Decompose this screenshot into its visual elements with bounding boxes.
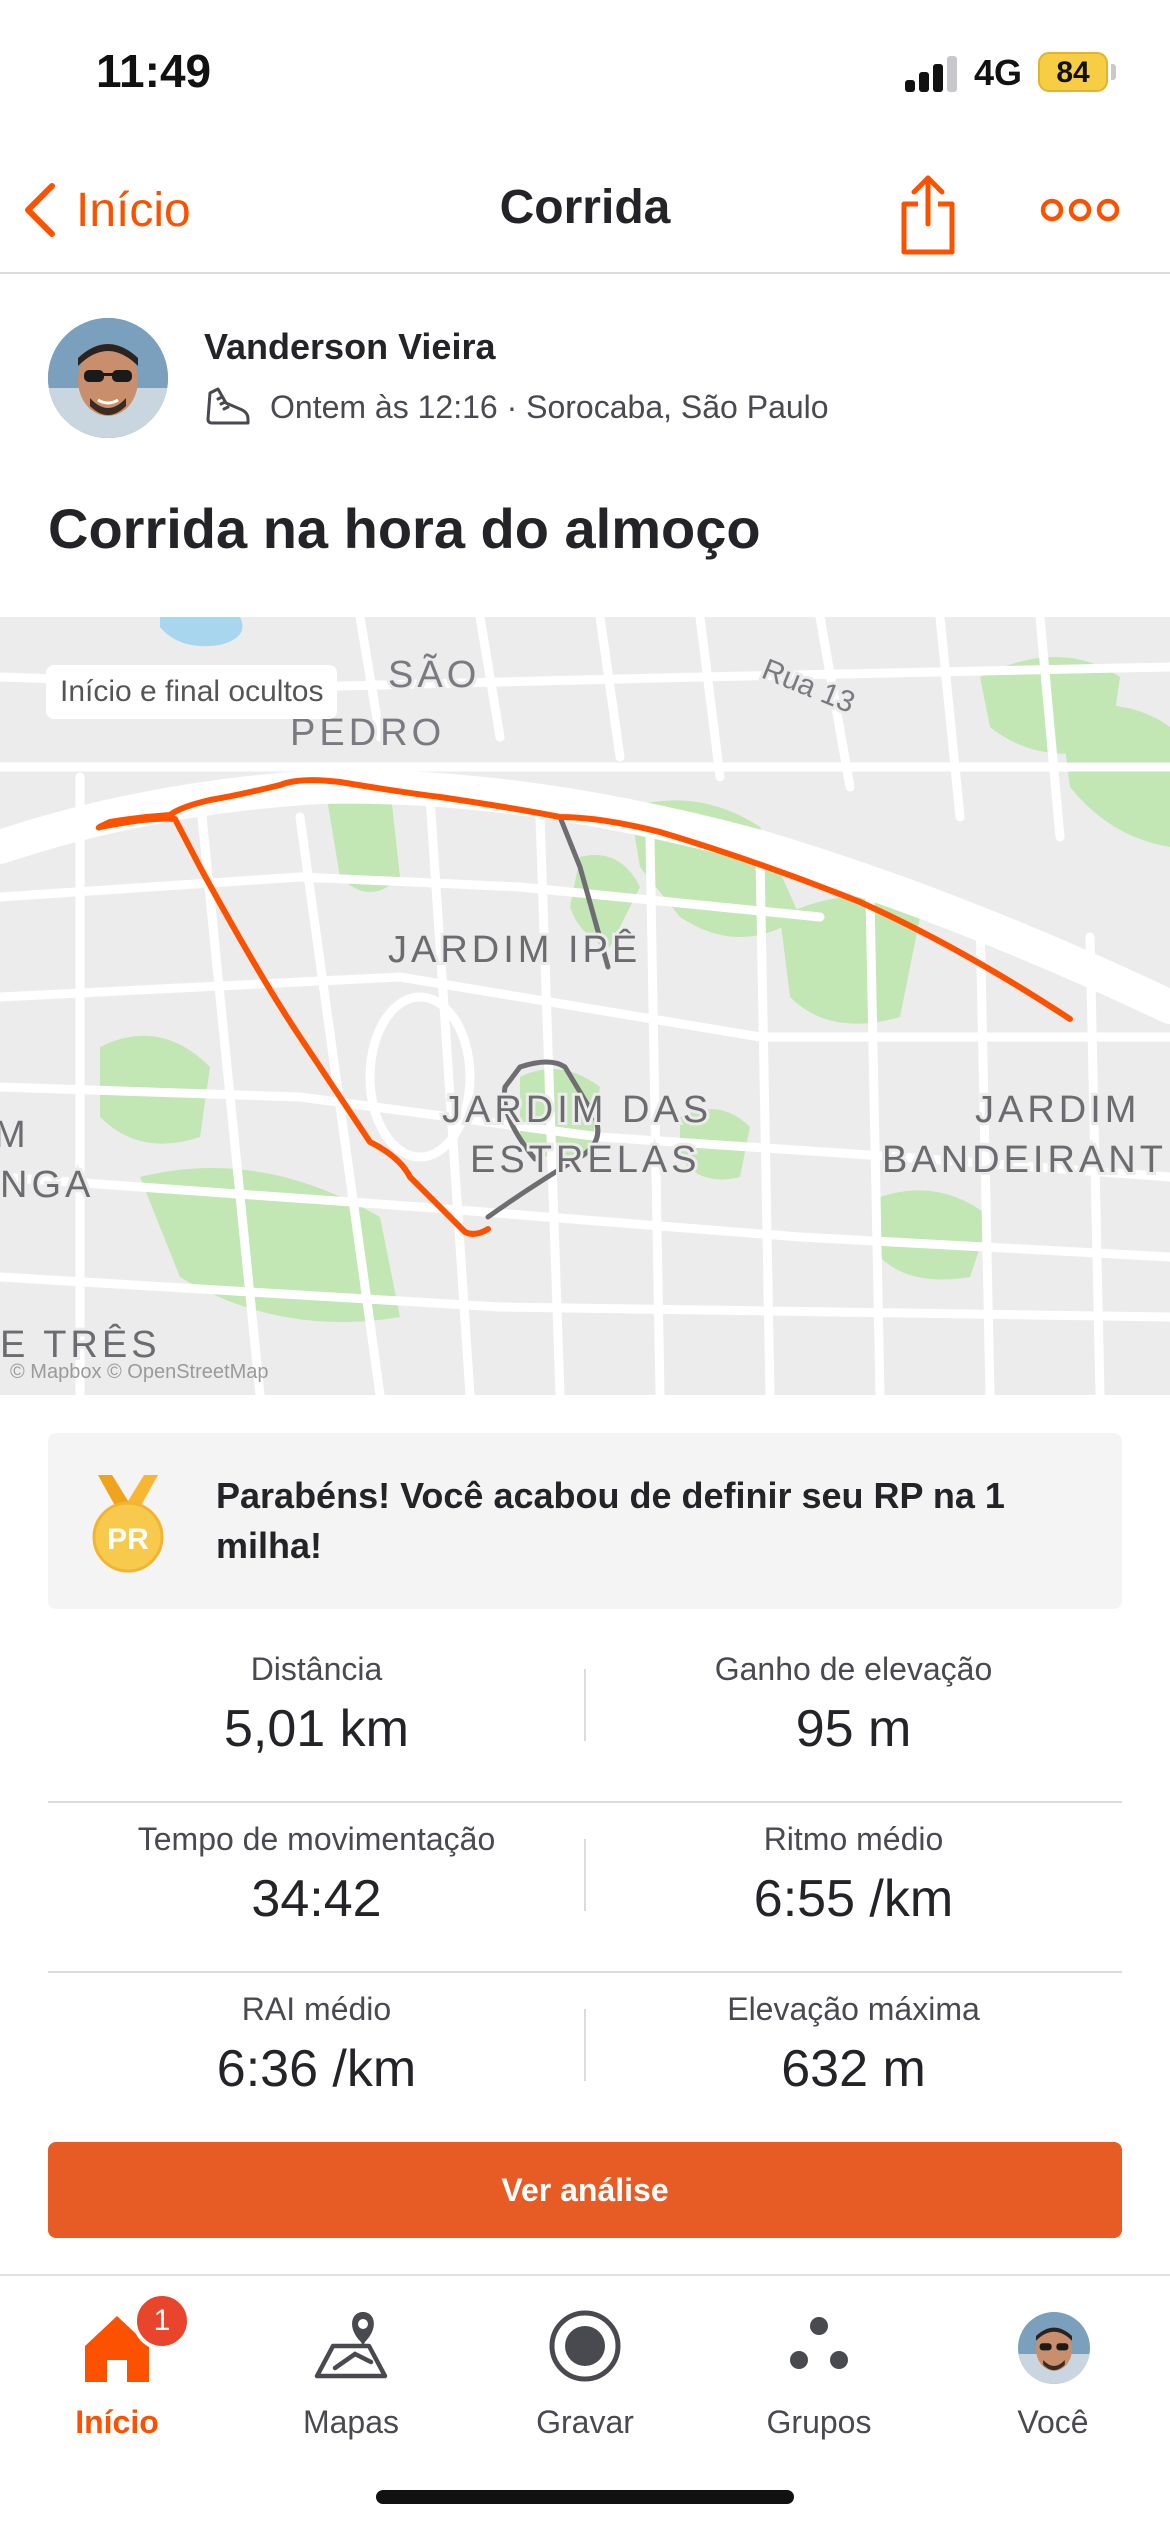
pr-medal-icon: PR: [92, 1475, 164, 1573]
stat-label: Ganho de elevação: [714, 1651, 993, 1687]
tab-groups[interactable]: Grupos: [702, 2292, 936, 2442]
activity-meta-text: Ontem às 12:16 · Sorocaba, São Paulo: [270, 388, 829, 425]
pr-banner[interactable]: PR Parabéns! Você acabou de definir seu …: [48, 1433, 1122, 1609]
tab-label: Mapas: [302, 2404, 400, 2440]
tab-label: Grupos: [766, 2404, 872, 2440]
stat-distance: Distância 5,01 km: [48, 1633, 585, 1803]
map-attribution[interactable]: © Mapbox © OpenStreetMap: [10, 1361, 269, 1384]
tab-record[interactable]: Gravar: [468, 2292, 702, 2442]
stat-avg-pace: Ritmo médio 6:55 /km: [585, 1803, 1122, 1973]
stat-value: 5,01 km: [224, 1700, 409, 1758]
page-title: Corrida: [499, 181, 671, 234]
avatar: [1018, 2312, 1090, 2384]
map-label-e-tres: E TRÊS: [0, 1323, 161, 1366]
status-time: 11:49: [96, 45, 212, 97]
record-icon: [549, 2310, 621, 2382]
stat-elevation-gain: Ganho de elevação 95 m: [585, 1633, 1122, 1803]
tab-you[interactable]: Você: [936, 2292, 1170, 2442]
stat-label: Ritmo médio: [763, 1821, 944, 1857]
avatar-image: [48, 318, 168, 438]
notification-badge: 1: [133, 2292, 191, 2350]
map-label-jardim-ipe: JARDIM IPÊ: [388, 928, 641, 971]
share-icon: [901, 175, 955, 255]
tab-label: Início: [75, 2404, 159, 2440]
tab-label: Você: [1017, 2404, 1089, 2440]
stats-grid: Distância 5,01 km Ganho de elevação 95 m…: [48, 1633, 1122, 2143]
tab-home[interactable]: 1 Início: [0, 2292, 234, 2442]
stat-value: 6:36 /km: [216, 2040, 417, 2098]
stat-moving-time: Tempo de movimentação 34:42: [48, 1803, 585, 1973]
stat-label: RAI médio: [241, 1991, 392, 2027]
signal-icon: [905, 56, 959, 92]
stat-value: 632 m: [781, 2040, 926, 2098]
network-type: 4G: [974, 52, 1023, 93]
activity-meta: Ontem às 12:16 · Sorocaba, São Paulo: [204, 385, 829, 429]
tab-label: Gravar: [536, 2404, 634, 2440]
home-indicator[interactable]: [376, 2490, 794, 2504]
map-label-bandeirant: BANDEIRANT: [882, 1139, 1167, 1181]
nav-bar: Início Corrida: [0, 150, 1170, 274]
route-map[interactable]: SÃO PEDRO Rua 13 JARDIM IPÊ JARDIM DAS E…: [0, 617, 1170, 1395]
pr-badge-text: PR: [107, 1523, 149, 1556]
stat-value: 95 m: [795, 1700, 912, 1758]
status-bar: 11:49 4G 84: [0, 0, 1170, 150]
stats-row: Tempo de movimentação 34:42 Ritmo médio …: [48, 1803, 1122, 1973]
more-options-button[interactable]: [1040, 190, 1120, 230]
more-icon: [1040, 198, 1120, 222]
battery-level: 84: [1056, 56, 1090, 89]
stat-value: 6:55 /km: [753, 1870, 954, 1928]
map-label-jardim-right: JARDIM: [975, 1089, 1140, 1131]
share-button[interactable]: [892, 168, 964, 258]
battery-icon: 84: [1038, 52, 1108, 92]
stat-avg-gap: RAI médio 6:36 /km: [48, 1973, 585, 2143]
map-label-nga: NGA: [0, 1164, 94, 1206]
maps-icon: [314, 2312, 388, 2379]
view-analysis-button[interactable]: Ver análise: [48, 2142, 1122, 2238]
running-shoe-icon: [206, 387, 250, 425]
groups-icon: [790, 2317, 848, 2369]
stats-row: Distância 5,01 km Ganho de elevação 95 m: [48, 1633, 1122, 1803]
battery-tip: [1111, 64, 1116, 80]
map-label-jardim-das: JARDIM DAS: [442, 1089, 712, 1131]
stat-label: Tempo de movimentação: [137, 1821, 496, 1857]
tab-maps[interactable]: Mapas: [234, 2292, 468, 2442]
activity-title: Corrida na hora do almoço: [48, 497, 761, 560]
athlete-avatar[interactable]: [48, 318, 168, 438]
stat-max-elevation: Elevação máxima 632 m: [585, 1973, 1122, 2143]
stats-row: RAI médio 6:36 /km Elevação máxima 632 m: [48, 1973, 1122, 2143]
map-label-m: M: [0, 1114, 30, 1156]
privacy-zone-tag: Início e final ocultos: [46, 665, 338, 719]
stat-label: Elevação máxima: [727, 1991, 980, 2027]
map-label-sao: SÃO: [388, 653, 480, 696]
athlete-name[interactable]: Vanderson Vieira: [204, 326, 495, 368]
stat-label: Distância: [250, 1651, 383, 1687]
map-label-estrelas: ESTRELAS: [470, 1139, 701, 1181]
stat-value: 34:42: [251, 1870, 382, 1928]
pr-message: Parabéns! Você acabou de definir seu RP …: [216, 1475, 1005, 1566]
map-canvas: SÃO PEDRO Rua 13 JARDIM IPÊ JARDIM DAS E…: [0, 617, 1170, 1395]
